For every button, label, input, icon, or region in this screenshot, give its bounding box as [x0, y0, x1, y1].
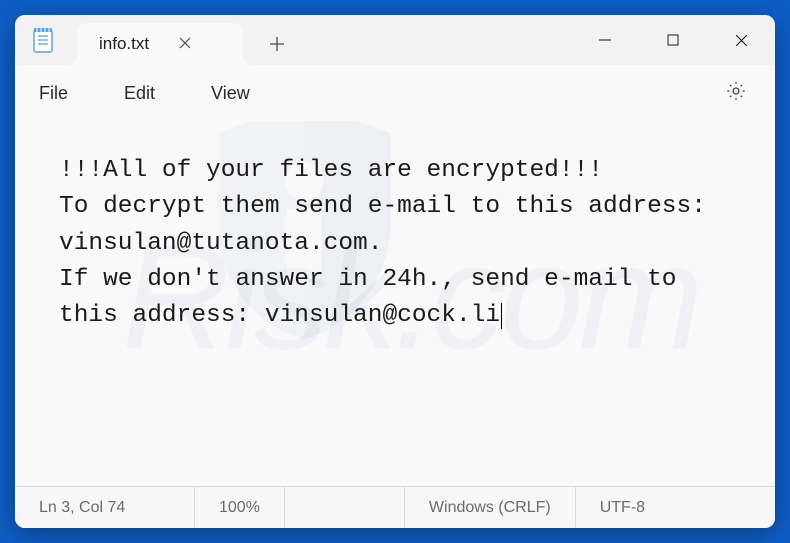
status-encoding[interactable]: UTF-8: [576, 487, 775, 528]
status-cursor-position[interactable]: Ln 3, Col 74: [15, 487, 195, 528]
status-line-ending[interactable]: Windows (CRLF): [405, 487, 576, 528]
status-spacer: [285, 487, 405, 528]
close-tab-icon[interactable]: [177, 34, 193, 55]
menu-edit[interactable]: Edit: [124, 83, 155, 104]
settings-button[interactable]: [721, 76, 751, 111]
notepad-window: Risk.com info.txt: [15, 15, 775, 528]
notepad-app-icon: [15, 15, 71, 65]
text-editor-area[interactable]: !!!All of your files are encrypted!!! To…: [15, 121, 775, 486]
text-caret: [501, 303, 502, 329]
menu-view[interactable]: View: [211, 83, 250, 104]
window-controls: [571, 15, 775, 65]
close-window-button[interactable]: [707, 15, 775, 65]
maximize-button[interactable]: [639, 15, 707, 65]
titlebar: info.txt: [15, 15, 775, 65]
tab-strip: info.txt: [71, 15, 571, 65]
tab-active[interactable]: info.txt: [77, 23, 243, 65]
menu-file[interactable]: File: [39, 83, 68, 104]
tab-title: info.txt: [99, 34, 149, 54]
status-zoom[interactable]: 100%: [195, 487, 285, 528]
menubar: File Edit View: [15, 65, 775, 121]
statusbar: Ln 3, Col 74 100% Windows (CRLF) UTF-8: [15, 486, 775, 528]
new-tab-button[interactable]: [257, 23, 297, 65]
minimize-button[interactable]: [571, 15, 639, 65]
document-text: !!!All of your files are encrypted!!! To…: [59, 157, 721, 329]
